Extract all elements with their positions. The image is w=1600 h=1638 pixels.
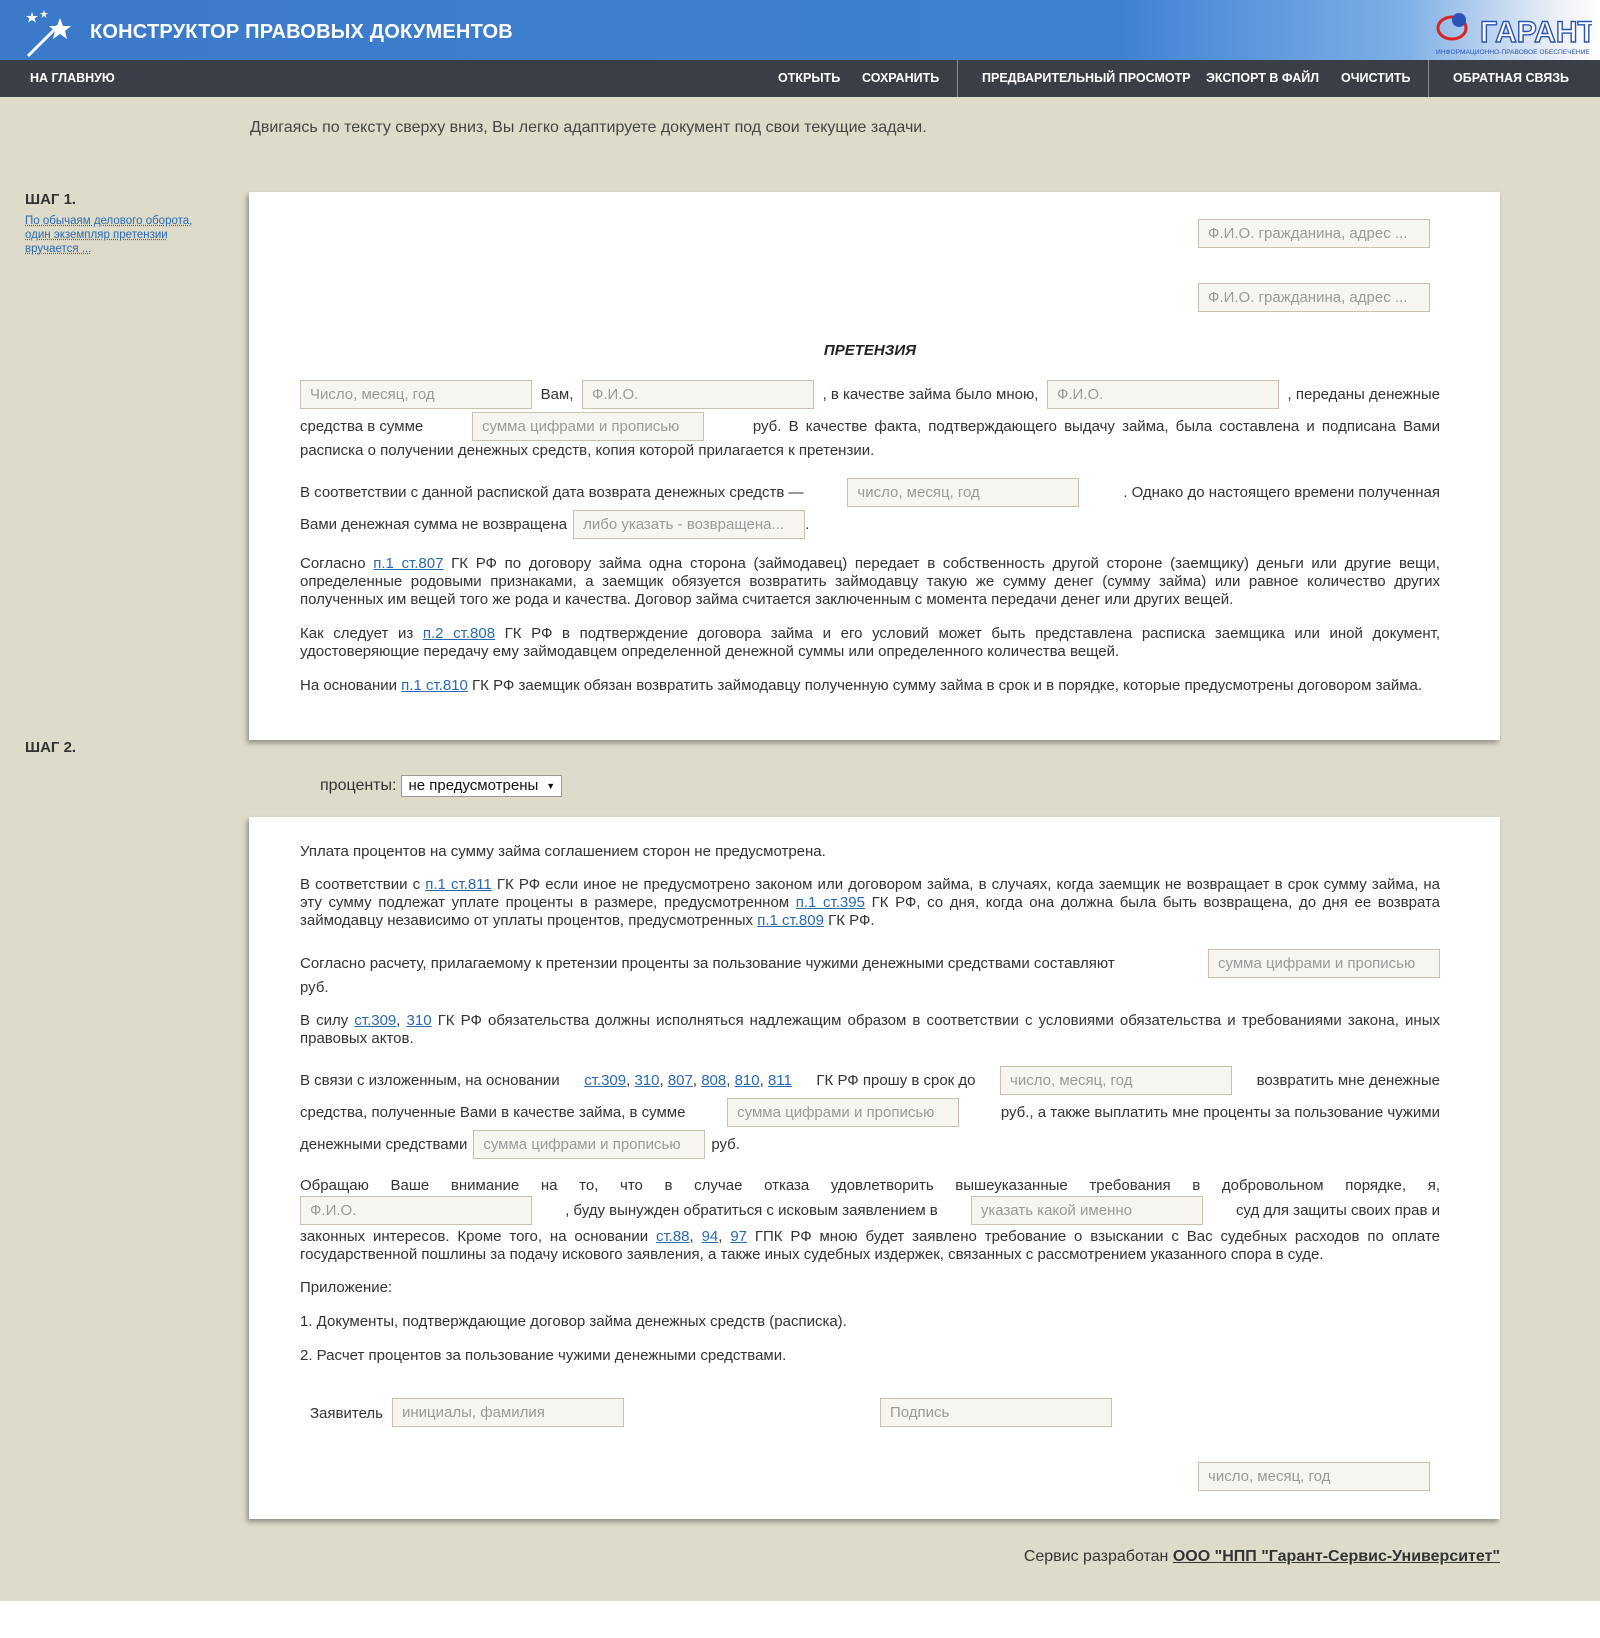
step-1-label: ШАГ 1. xyxy=(25,191,77,208)
law-link-811[interactable]: п.1 ст.811 xyxy=(425,876,492,893)
sign-date-field[interactable]: число, месяц, год xyxy=(1198,1462,1430,1491)
nav-clear[interactable]: ОЧИСТИТЬ xyxy=(1341,60,1410,97)
applicant-initials-field[interactable]: инициалы, фамилия xyxy=(392,1398,624,1427)
svg-text:ИНФОРМАЦИОННО-ПРАВОВОЕ ОБЕСПЕЧ: ИНФОРМАЦИОННО-ПРАВОВОЕ ОБЕСПЕЧЕНИЕ xyxy=(1436,49,1590,56)
law-link-807[interactable]: п.1 ст.807 xyxy=(373,555,443,572)
law-link-310[interactable]: 310 xyxy=(634,1072,659,1089)
app-header: КОНСТРУКТОР ПРАВОВЫХ ДОКУМЕНТОВ ГАРАНТ И… xyxy=(0,0,1600,60)
garant-logo[interactable]: ГАРАНТ ИНФОРМАЦИОННО-ПРАВОВОЕ ОБЕСПЕЧЕНИ… xyxy=(1432,8,1592,56)
paragraph-808: Как следует из п.2 ст.808 ГК РФ в подтве… xyxy=(300,625,1440,660)
paragraph-309: В силу ст.309, 310 ГК РФ обязательства д… xyxy=(300,1012,1440,1047)
text: руб. xyxy=(711,1136,740,1153)
law-link-808[interactable]: п.2 ст.808 xyxy=(423,625,495,642)
nav-preview[interactable]: ПРЕДВАРИТЕЛЬНЫЙ ПРОСМОТР xyxy=(982,60,1191,97)
loan-sum-demand-field[interactable]: сумма цифрами и прописью xyxy=(727,1098,960,1127)
interest-sum-field[interactable]: сумма цифрами и прописью xyxy=(1208,949,1440,978)
intro-text: Двигаясь по тексту сверху вниз, Вы легко… xyxy=(250,119,927,136)
nav-separator xyxy=(1428,60,1429,97)
appendix-title: Приложение: xyxy=(300,1279,393,1296)
paragraph-810: На основании п.1 ст.810 ГК РФ заемщик об… xyxy=(300,677,1423,694)
text: средства в сумме xyxy=(300,418,424,435)
text: , в качестве займа было мною, xyxy=(822,386,1039,403)
paragraph-807: Согласно п.1 ст.807 ГК РФ по договору за… xyxy=(300,555,1440,608)
law-link-810[interactable]: 810 xyxy=(735,1072,760,1089)
law-link-807[interactable]: 807 xyxy=(668,1072,693,1089)
text: Согласно расчету, прилагаемому к претенз… xyxy=(300,955,1115,972)
text: , буду вынужден обратиться с исковым зая… xyxy=(565,1202,938,1219)
magic-wand-icon xyxy=(26,10,71,58)
sender-field[interactable]: Ф.И.О. гражданина, адрес ... xyxy=(1198,283,1430,312)
text: . xyxy=(805,516,810,533)
text: . Однако до настоящего времени полученна… xyxy=(1123,484,1440,501)
interest-demand-field[interactable]: сумма цифрами и прописью xyxy=(473,1130,706,1159)
text: Вам, xyxy=(540,386,574,403)
appendix-item: 2. Расчет процентов за пользование чужим… xyxy=(300,1347,787,1364)
deadline-date-field[interactable]: число, месяц, год xyxy=(1000,1066,1233,1095)
law-link-809[interactable]: п.1 ст.809 xyxy=(757,912,824,929)
signature-field[interactable]: Подпись xyxy=(880,1398,1112,1427)
text: В соответствии с данной распиской дата в… xyxy=(300,484,804,501)
dropdown-arrow-icon: ▼ xyxy=(546,781,556,791)
borrower-fio-field[interactable]: Ф.И.О. xyxy=(581,380,814,409)
step-1-hint-link[interactable]: По обычаям делового оборота, один экземп… xyxy=(25,214,210,256)
court-name-field[interactable]: указать какой именно xyxy=(970,1196,1203,1225)
paragraph-court-costs: законных интересов. Кроме того, на основ… xyxy=(300,1228,1440,1263)
law-link-811[interactable]: 811 xyxy=(768,1072,792,1089)
paragraph-811: В соответствии с п.1 ст.811 ГК РФ если и… xyxy=(300,876,1441,929)
law-link-88[interactable]: ст.88 xyxy=(656,1228,690,1245)
nav-save[interactable]: СОХРАНИТЬ xyxy=(862,60,939,97)
applicant-label: Заявитель xyxy=(310,1405,383,1422)
law-link-310[interactable]: 310 xyxy=(407,1012,432,1029)
law-link-309[interactable]: ст.309 xyxy=(354,1012,396,1029)
law-link-309[interactable]: ст.309 xyxy=(584,1072,626,1089)
law-link-94[interactable]: 94 xyxy=(702,1228,719,1245)
text: руб., а также выплатить мне проценты за … xyxy=(1000,1104,1440,1121)
text: расписка о получении денежных средств, к… xyxy=(300,442,875,459)
footer: Сервис разработан ООО "НПП "Гарант-Серви… xyxy=(1023,1548,1500,1565)
nav-separator xyxy=(957,60,958,97)
interest-label: проценты: xyxy=(320,777,397,794)
document-title: ПРЕТЕНЗИЯ xyxy=(823,342,917,359)
recipient-field[interactable]: Ф.И.О. гражданина, адрес ... xyxy=(1198,219,1430,248)
no-interest-text: Уплата процентов на сумму займа соглашен… xyxy=(300,843,826,860)
interest-select-row: проценты: не предусмотрены ▼ xyxy=(320,775,563,797)
text: Вами денежная сумма не возвращена xyxy=(300,516,568,533)
loan-sum-field[interactable]: сумма цифрами и прописью xyxy=(472,412,705,441)
lender-fio-field[interactable]: Ф.И.О. xyxy=(1046,380,1279,409)
returned-status-field[interactable]: либо указать - возвращена... xyxy=(573,510,806,539)
text: руб. В качестве факта, подтверждающего в… xyxy=(752,418,1440,435)
appendix-item: 1. Документы, подтверждающие договор зай… xyxy=(300,1313,847,1330)
svg-text:ГАРАНТ: ГАРАНТ xyxy=(1480,16,1592,49)
return-date-field[interactable]: число, месяц, год xyxy=(847,478,1080,507)
top-nav: НА ГЛАВНУЮ ОТКРЫТЬ СОХРАНИТЬ ПРЕДВАРИТЕЛ… xyxy=(0,60,1600,97)
developer-link[interactable]: ООО "НПП "Гарант-Сервис-Университет" xyxy=(1173,1548,1500,1565)
text: средства, полученные Вами в качестве зай… xyxy=(300,1104,686,1121)
text: ГК РФ прошу в срок до xyxy=(816,1072,976,1089)
law-link-97[interactable]: 97 xyxy=(730,1228,747,1245)
app-title: КОНСТРУКТОР ПРАВОВЫХ ДОКУМЕНТОВ xyxy=(90,21,513,43)
nav-export[interactable]: ЭКСПОРТ В ФАЙЛ xyxy=(1206,60,1319,97)
nav-home[interactable]: НА ГЛАВНУЮ xyxy=(30,60,115,97)
text: денежными средствами xyxy=(300,1136,468,1153)
nav-feedback[interactable]: ОБРАТНАЯ СВЯЗЬ xyxy=(1453,60,1569,97)
loan-date-field[interactable]: Число, месяц, год xyxy=(300,380,532,409)
step-2-label: ШАГ 2. xyxy=(25,739,77,756)
law-link-808[interactable]: 808 xyxy=(701,1072,726,1089)
text: Обращаю Ваше внимание на то, что в случа… xyxy=(300,1177,1440,1194)
claimant-fio-field[interactable]: Ф.И.О. xyxy=(300,1196,532,1225)
text: руб. xyxy=(300,979,329,996)
text: суд для защиты своих прав и xyxy=(1235,1202,1440,1219)
nav-open[interactable]: ОТКРЫТЬ xyxy=(778,60,840,97)
text: возвратить мне денежные xyxy=(1256,1072,1440,1089)
law-link-395[interactable]: п.1 ст.395 xyxy=(796,894,865,911)
text: , переданы денежные xyxy=(1287,386,1440,403)
bottom-strip xyxy=(0,1601,1600,1638)
demand-links: ст.309, 310, 807, 808, 810, 811 xyxy=(584,1072,792,1089)
law-link-810[interactable]: п.1 ст.810 xyxy=(401,677,468,694)
text: В связи с изложенным, на основании xyxy=(300,1072,560,1089)
interest-select[interactable]: не предусмотрены ▼ xyxy=(401,775,563,797)
